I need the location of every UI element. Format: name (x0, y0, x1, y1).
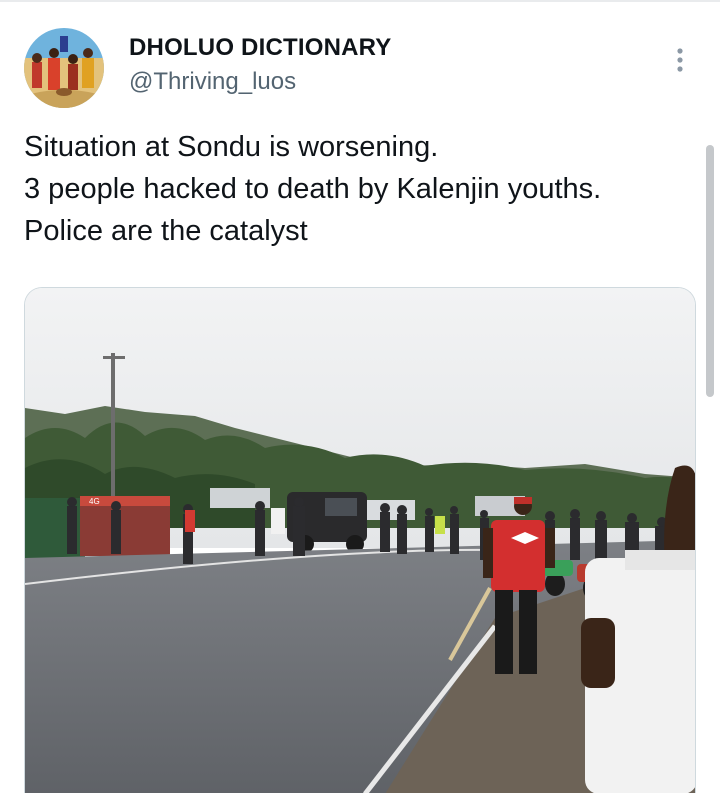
more-options-button[interactable] (670, 44, 690, 76)
tweet-line: Situation at Sondu is worsening. (24, 131, 439, 163)
shop-sign-text: 4G (89, 497, 100, 506)
tweet-line: 3 people hacked to death by Kalenjin you… (24, 173, 602, 205)
author-handle[interactable]: @Thriving_luos (129, 68, 296, 96)
tweet-photo[interactable]: 4G (24, 287, 696, 793)
tweet-card[interactable]: DHOLUO DICTIONARY @Thriving_luos Situati… (0, 0, 720, 793)
tweet-text: Situation at Sondu is worsening. 3 peopl… (24, 126, 704, 252)
author-display-name[interactable]: DHOLUO DICTIONARY (129, 34, 392, 62)
author-avatar[interactable] (24, 28, 104, 108)
avatar-image (24, 28, 104, 108)
divider (0, 0, 720, 2)
more-options-icon (677, 48, 683, 72)
street-scene-image: 4G (25, 288, 695, 793)
scrollbar-thumb[interactable] (706, 145, 714, 397)
tweet-line: Police are the catalyst (24, 215, 308, 247)
